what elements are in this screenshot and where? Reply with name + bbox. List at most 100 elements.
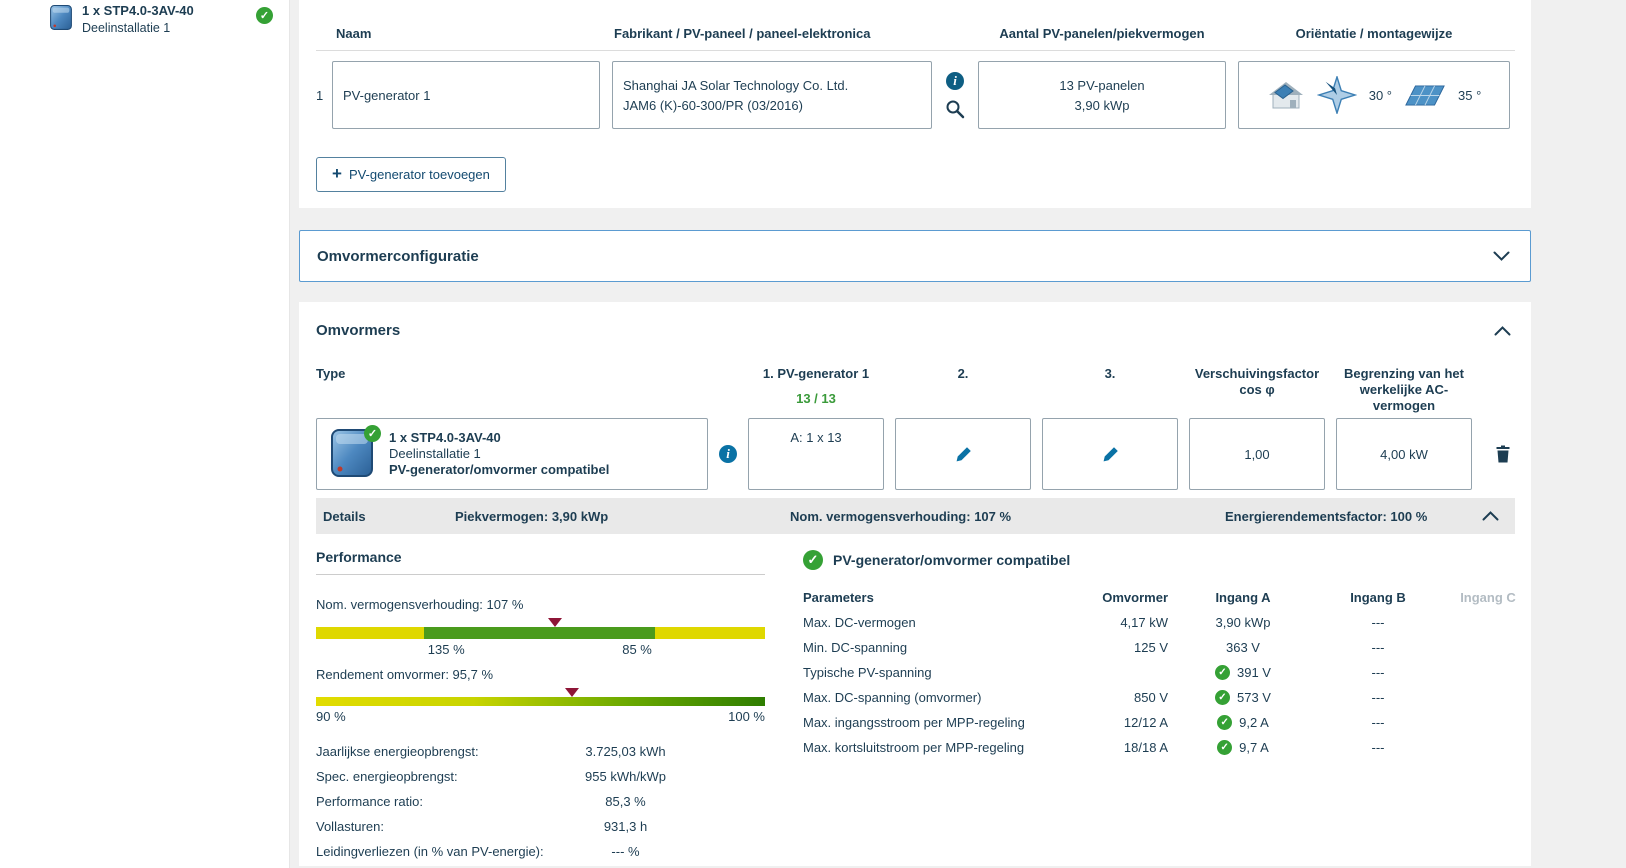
performance-row: Spec. energieopbrengst: 955 kWh/kWp — [316, 764, 765, 789]
pv-generator-row: 1 Shanghai JA Solar Technology Co. Ltd. … — [316, 61, 1515, 129]
nom-ratio-gauge — [316, 627, 765, 639]
compatibility-section: ✓ PV-generator/omvormer compatibel Param… — [790, 549, 1531, 864]
panel-model: JAM6 (K)-60-300/PR (03/2016) — [623, 98, 921, 113]
ok-check-icon: ✓ — [364, 425, 381, 442]
details-energy-factor: Energierendementsfactor: 100 % — [1225, 509, 1427, 524]
gauge1-tick-right: 85 % — [622, 642, 652, 657]
inverters-title: Omvormers — [316, 322, 400, 339]
details-peak: Piekvermogen: 3,90 kWp — [455, 509, 790, 524]
chevron-up-icon[interactable] — [1494, 326, 1511, 336]
inverter-columns-header: Type 1. PV-generator 1 13 / 13 2. 3. Ver… — [316, 366, 1515, 414]
ok-check-icon: ✓ — [1215, 665, 1230, 680]
gauge2-marker — [565, 688, 579, 697]
details-label: Details — [323, 509, 455, 524]
parameter-row: Typische PV-spanning ✓ 391 V --- — [803, 660, 1531, 685]
col-3: 3. — [1042, 366, 1178, 414]
inverter-config-panel[interactable]: Omvormerconfiguratie — [299, 230, 1531, 282]
tilted-panel-icon — [1404, 84, 1446, 107]
inverter-row: ✓ 1 x STP4.0-3AV-40 Deelinstallatie 1 PV… — [316, 418, 1515, 490]
manufacturer-name: Shanghai JA Solar Technology Co. Ltd. — [623, 78, 921, 93]
col-2: 2. — [895, 366, 1031, 414]
search-icon[interactable] — [945, 99, 965, 119]
performance-section: Performance Nom. vermogensverhouding: 10… — [316, 549, 790, 864]
parameters-header-row: Parameters Omvormer Ingang A Ingang B In… — [803, 585, 1531, 610]
panel-manufacturer-selector[interactable]: Shanghai JA Solar Technology Co. Ltd. JA… — [612, 61, 932, 129]
gauge1-marker — [548, 618, 562, 627]
gauge2-tick-left: 90 % — [316, 709, 346, 724]
ok-check-icon: ✓ — [1217, 715, 1232, 730]
sidebar: 1 x STP4.0-3AV-40 Deelinstallatie 1 ✓ — [0, 0, 290, 868]
inverter-summary[interactable]: ✓ 1 x STP4.0-3AV-40 Deelinstallatie 1 PV… — [316, 418, 708, 490]
sidebar-inverter-title: 1 x STP4.0-3AV-40 — [82, 3, 194, 18]
panel-count-selector[interactable]: 13 PV-panelen 3,90 kWp — [978, 61, 1226, 129]
performance-row: Performance ratio: 85,3 % — [316, 789, 765, 814]
parameter-row: Max. ingangsstroom per MPP-regeling 12/1… — [803, 710, 1531, 735]
header-fabrikant: Fabrikant / PV-paneel / paneel-elektroni… — [612, 26, 978, 41]
compatibility-title: PV-generator/omvormer compatibel — [833, 552, 1070, 568]
gauge2-label: Rendement omvormer: 95,7 % — [316, 667, 765, 682]
inverter-name: 1 x STP4.0-3AV-40 — [389, 430, 609, 446]
performance-row: Jaarlijkse energieopbrengst: 3.725,03 kW… — [316, 739, 765, 764]
pv-generators-header-row: Naam Fabrikant / PV-paneel / paneel-elek… — [316, 26, 1515, 51]
chevron-down-icon[interactable] — [1493, 251, 1510, 261]
trash-icon[interactable] — [1495, 418, 1511, 490]
performance-row: Leidingverliezen (in % van PV-energie): … — [316, 839, 765, 864]
main-content: Naam Fabrikant / PV-paneel / paneel-elek… — [290, 0, 1626, 868]
gauge2-tick-right: 100 % — [728, 709, 765, 724]
parameter-row: Max. DC-spanning (omvormer) 850 V ✓ 573 … — [803, 685, 1531, 710]
details-bar: Details Piekvermogen: 3,90 kWp Nom. verm… — [316, 498, 1515, 534]
inverter-info-icon[interactable]: i — [719, 445, 737, 463]
header-naam: Naam — [332, 26, 612, 41]
col-generator-1: 1. PV-generator 1 13 / 13 — [748, 366, 884, 414]
pencil-icon — [955, 446, 972, 463]
parameters-table: Parameters Omvormer Ingang A Ingang B In… — [803, 585, 1531, 760]
ok-check-icon: ✓ — [256, 7, 273, 24]
generator-name-input[interactable] — [333, 62, 599, 128]
house-icon — [1267, 80, 1305, 110]
row-index: 1 — [316, 61, 332, 129]
panel-count: 13 PV-panelen — [1059, 78, 1144, 93]
sidebar-item-inverter[interactable]: 1 x STP4.0-3AV-40 Deelinstallatie 1 ✓ — [0, 0, 289, 43]
cos-phi-cell[interactable]: 1,00 — [1189, 418, 1325, 490]
parameter-row: Max. DC-vermogen 4,17 kW 3,90 kWp --- — [803, 610, 1531, 635]
pv-generators-panel: Naam Fabrikant / PV-paneel / paneel-elek… — [299, 0, 1531, 208]
azimuth-value: 30 ° — [1369, 88, 1392, 103]
add-pv-generator-button[interactable]: + PV-generator toevoegen — [316, 157, 506, 192]
inverter-status: PV-generator/omvormer compatibel — [389, 462, 609, 478]
efficiency-gauge — [316, 697, 765, 706]
header-aantal: Aantal PV-panelen/piekvermogen — [978, 26, 1226, 41]
plus-icon: + — [332, 164, 342, 184]
details-nom-ratio: Nom. vermogensverhouding: 107 % — [790, 509, 1225, 524]
panel-info-icon[interactable]: i — [946, 72, 964, 90]
compass-icon — [1317, 76, 1357, 114]
parameter-row: Min. DC-spanning 125 V 363 V --- — [803, 635, 1531, 660]
parameter-row: Max. kortsluitstroom per MPP-regeling 18… — [803, 735, 1531, 760]
ok-check-icon: ✓ — [803, 550, 823, 570]
generator1-assignment-cell[interactable]: A: 1 x 13 — [748, 418, 884, 490]
header-orientatie: Oriëntatie / montagewijze — [1238, 26, 1510, 41]
inverters-panel: Omvormers Type 1. PV-generator 1 13 / 13… — [299, 302, 1531, 866]
performance-title: Performance — [316, 549, 765, 575]
generator3-edit-cell[interactable] — [1042, 418, 1178, 490]
ok-check-icon: ✓ — [1215, 690, 1230, 705]
ac-limit-cell[interactable]: 4,00 kW — [1336, 418, 1472, 490]
inverter-config-title: Omvormerconfiguratie — [317, 248, 479, 265]
sidebar-inverter-subtitle: Deelinstallatie 1 — [82, 21, 194, 35]
orientation-selector[interactable]: 30 ° 35 ° — [1238, 61, 1510, 129]
gauge1-label: Nom. vermogensverhouding: 107 % — [316, 597, 765, 612]
col-type: Type — [316, 366, 748, 414]
tilt-value: 35 ° — [1458, 88, 1481, 103]
gauge1-tick-left: 135 % — [428, 642, 465, 657]
inverter-image: ✓ — [327, 425, 377, 483]
performance-row: Vollasturen: 931,3 h — [316, 814, 765, 839]
peak-power: 3,90 kWp — [1075, 98, 1130, 113]
generator2-edit-cell[interactable] — [895, 418, 1031, 490]
col-ac-limit: Begrenzing van het werkelijke AC-vermoge… — [1336, 366, 1472, 414]
ok-check-icon: ✓ — [1217, 740, 1232, 755]
assigned-count: 13 / 13 — [748, 391, 884, 407]
inverter-icon — [48, 3, 74, 33]
chevron-up-icon[interactable] — [1482, 511, 1499, 521]
inverter-subinstallation: Deelinstallatie 1 — [389, 446, 609, 462]
col-cos-phi: Verschuivingsfactor cos φ — [1189, 366, 1325, 414]
pencil-icon — [1102, 446, 1119, 463]
